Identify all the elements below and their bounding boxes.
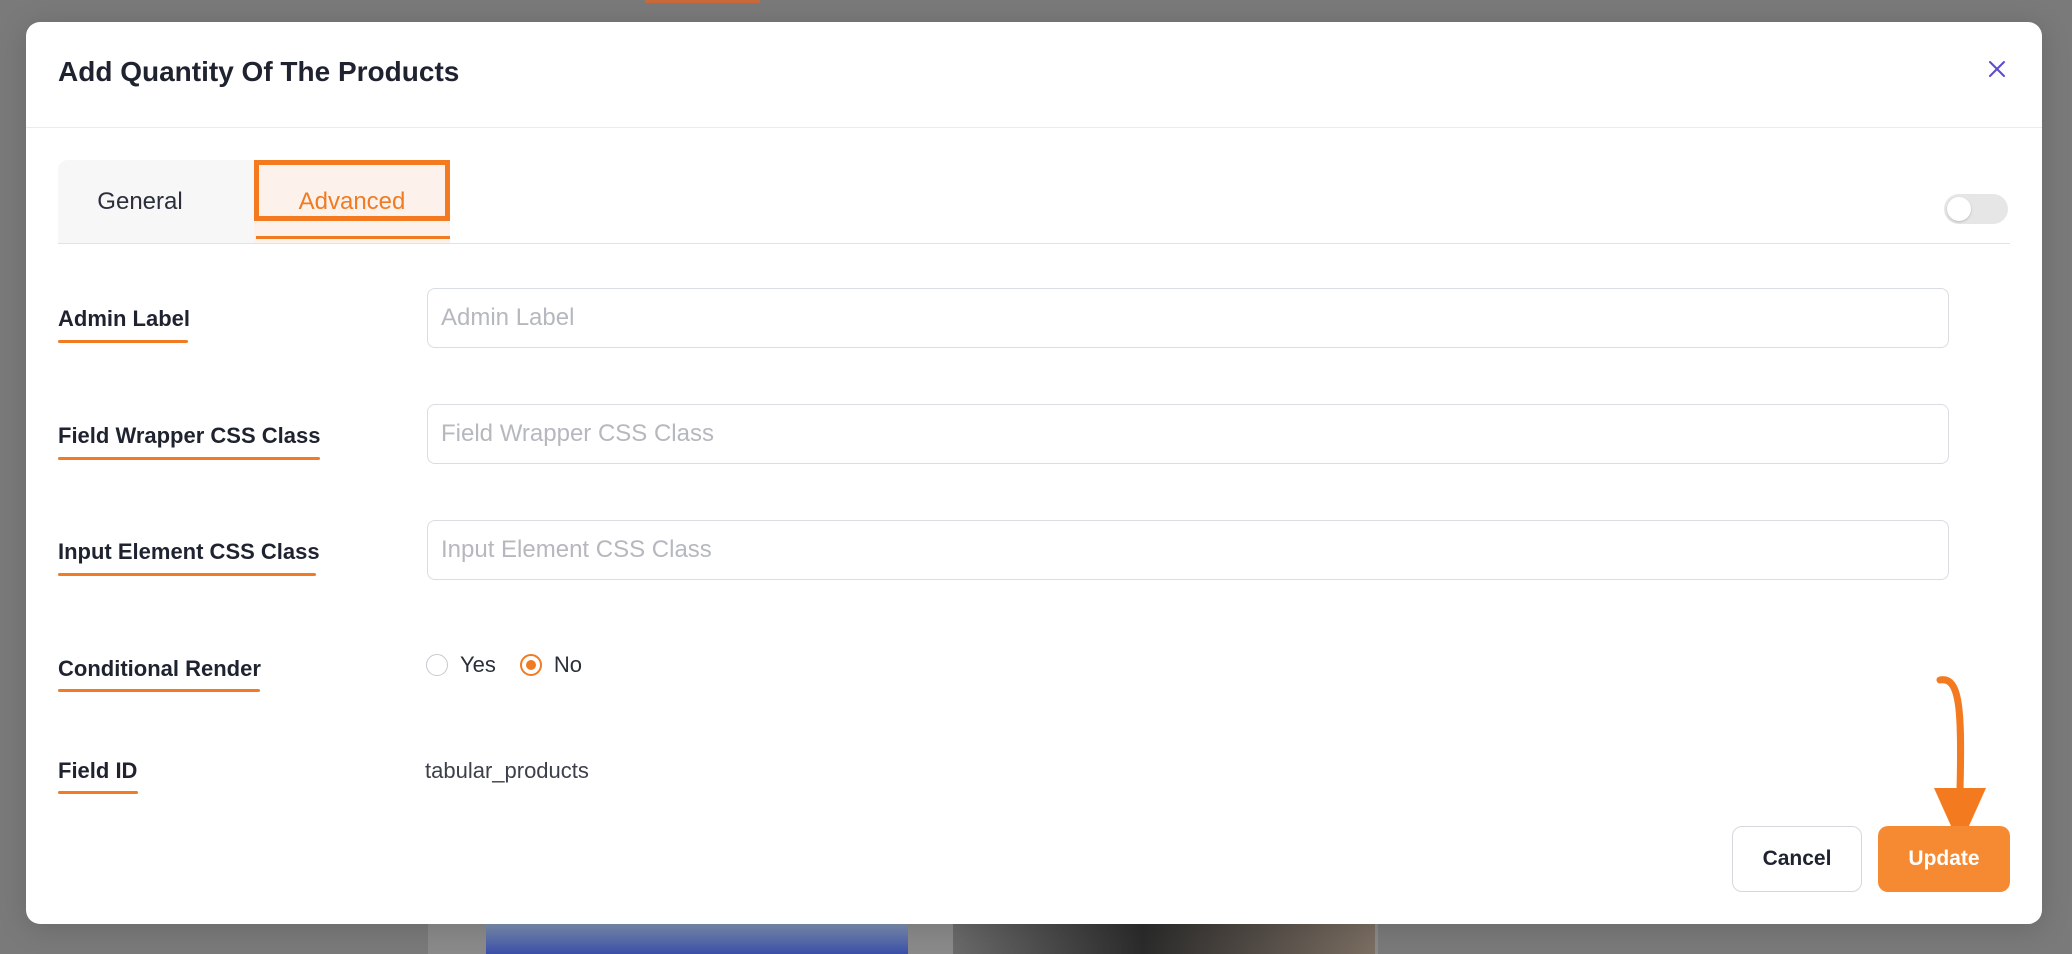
admin-label-row: Admin Label <box>58 284 1958 364</box>
label-underline <box>58 340 188 343</box>
radio-no-label: No <box>553 652 583 677</box>
conditional-render-row: Conditional Render Yes No <box>58 634 1958 694</box>
field-id-label: Field ID <box>58 758 138 783</box>
conditional-render-label: Conditional Render <box>58 656 261 681</box>
wrapper-class-label: Field Wrapper CSS Class <box>58 423 321 448</box>
tab-general[interactable]: General <box>58 160 222 243</box>
wrapper-class-row: Field Wrapper CSS Class <box>58 400 1958 480</box>
radio-yes[interactable]: Yes <box>426 652 496 678</box>
radio-no[interactable]: No <box>519 652 583 678</box>
label-underline <box>58 573 316 576</box>
background-product-thumbnail <box>486 924 908 954</box>
annotation-arrow-icon <box>1934 676 1986 846</box>
input-class-row: Input Element CSS Class <box>58 516 1958 596</box>
admin-label-label: Admin Label <box>58 306 191 331</box>
modal-header: Add Quantity Of The Products <box>26 22 2042 128</box>
admin-label-input[interactable] <box>427 288 1949 348</box>
label-underline <box>58 791 138 794</box>
modal-title: Add Quantity Of The Products <box>58 56 460 87</box>
radio-yes-label: Yes <box>460 652 496 677</box>
settings-tabs: General Advanced <box>58 160 2010 244</box>
field-id-row: Field ID tabular_products <box>58 734 1958 794</box>
wrapper-class-input[interactable] <box>427 404 1949 464</box>
field-id-value: tabular_products <box>425 758 589 783</box>
tab-active-indicator <box>256 236 450 239</box>
field-settings-modal: Add Quantity Of The Products General Adv… <box>26 22 2042 924</box>
input-class-label: Input Element CSS Class <box>58 539 320 564</box>
background-header-accent <box>645 0 760 3</box>
input-class-input[interactable] <box>427 520 1949 580</box>
radio-yes-circle[interactable] <box>426 654 448 676</box>
radio-no-circle[interactable] <box>519 654 542 676</box>
update-button[interactable]: Update <box>1878 826 2010 892</box>
toggle-knob <box>1947 197 1971 221</box>
background-product-thumbnail <box>953 924 1375 954</box>
conditional-render-radio-group: Yes No <box>426 652 606 678</box>
label-underline <box>58 689 260 692</box>
label-underline <box>58 457 320 460</box>
close-button[interactable] <box>1982 54 2012 84</box>
tab-advanced-highlight-box <box>254 160 450 221</box>
close-icon <box>1989 61 2005 77</box>
cancel-button[interactable]: Cancel <box>1732 826 1862 892</box>
settings-toggle[interactable] <box>1944 194 2008 224</box>
